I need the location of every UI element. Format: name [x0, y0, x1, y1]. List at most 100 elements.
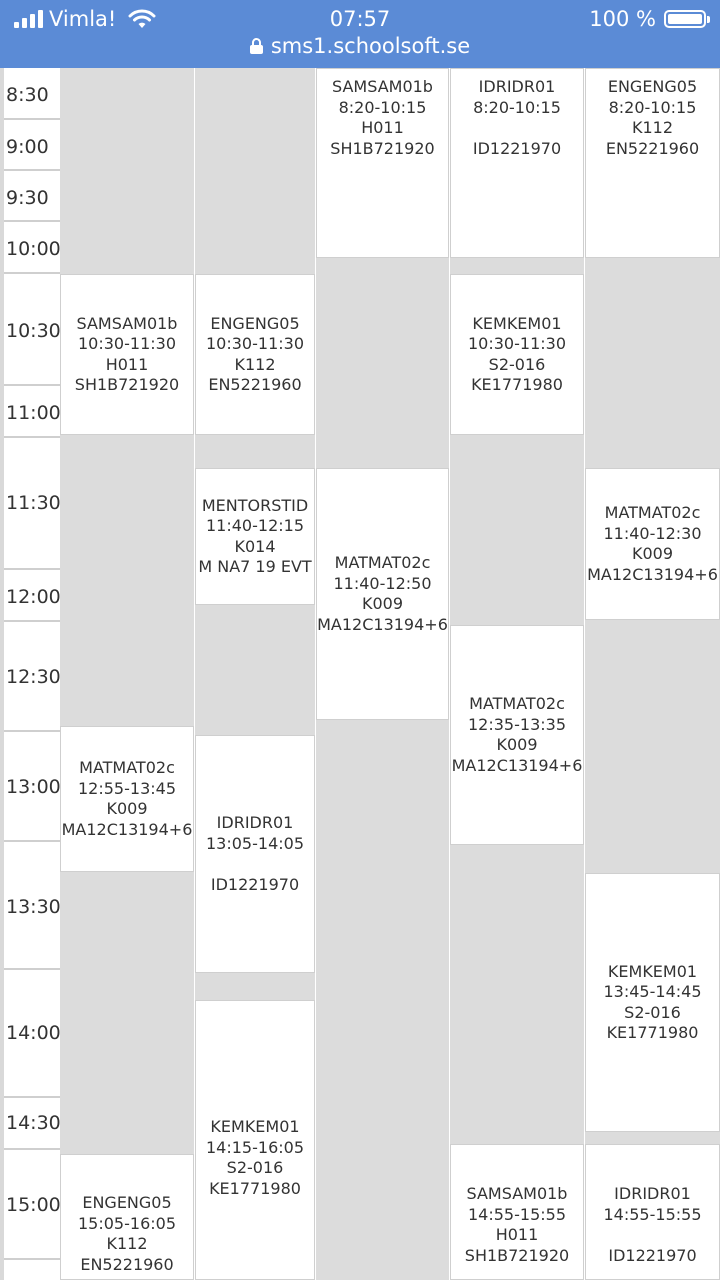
time-label: 11:00 [6, 402, 61, 424]
lesson-block[interactable]: MATMAT02c 12:35-13:35 K009 MA12C13194+6 [450, 625, 584, 845]
time-label: 12:00 [6, 586, 61, 608]
lesson-group: SH1B721920 [464, 1245, 570, 1265]
lesson-time: 10:30-11:30 [206, 334, 304, 353]
lesson-group: KE1771980 [606, 1023, 699, 1042]
time-label: 9:00 [6, 136, 49, 158]
time-row: 10:00 [4, 222, 61, 274]
lesson-room: S2-016 [226, 1158, 284, 1177]
time-label: 14:30 [6, 1112, 61, 1134]
lesson-room: H011 [495, 1225, 539, 1244]
lesson-time: 15:05-16:05 [78, 1213, 176, 1233]
lesson-course: MATMAT02c [469, 694, 565, 713]
lesson-course: MATMAT02c [604, 503, 701, 522]
lesson-group: SH1B721920 [74, 375, 180, 394]
lesson-block[interactable]: ENGENG05 15:05-16:05 K112 EN5221960 [60, 1154, 194, 1280]
lesson-block[interactable]: IDRIDR01 8:20-10:15 ID1221970 [450, 68, 584, 258]
lesson-room: S2-016 [624, 1002, 681, 1022]
lesson-block[interactable]: MENTORSTID 11:40-12:15 K014 M NA7 19 EVT [195, 468, 315, 605]
lesson-course: ENGENG05 [82, 1193, 172, 1212]
lesson-room: K009 [106, 799, 148, 818]
time-row: 10:30 [4, 274, 61, 386]
lesson-time: 11:40-12:30 [603, 523, 702, 543]
lesson-group: M NA7 19 EVT [198, 557, 312, 576]
time-row: 14:00 [4, 970, 61, 1098]
time-row: 9:00 [4, 120, 60, 171]
time-label: 15:00 [6, 1194, 61, 1216]
lesson-time: 12:55-13:45 [78, 778, 176, 798]
lesson-room: K112 [106, 1234, 148, 1253]
time-label: 11:30 [6, 492, 61, 514]
lesson-course: IDRIDR01 [614, 1184, 691, 1203]
lesson-time: 11:40-12:15 [206, 516, 304, 535]
time-row: 12:00 [4, 570, 61, 622]
time-row: 12:30 [4, 622, 61, 732]
lesson-group: MA12C13194+6 [587, 564, 718, 584]
lesson-course: KEMKEM01 [210, 1117, 300, 1136]
lesson-course: MENTORSTID [201, 495, 309, 515]
lesson-course: SAMSAM01b [76, 313, 178, 333]
time-row: 13:00 [4, 732, 61, 842]
time-label: 8:30 [6, 84, 49, 106]
lesson-course: ENGENG05 [210, 313, 300, 333]
day-column-1 [60, 68, 194, 1280]
lesson-room: K009 [496, 735, 538, 754]
lesson-block[interactable]: KEMKEM01 14:15-16:05 S2-016 KE1771980 [195, 1000, 315, 1280]
lesson-course: MATMAT02c [334, 553, 431, 572]
battery-percent: 100 % [589, 7, 656, 31]
lesson-room: H011 [105, 354, 149, 374]
lesson-block[interactable]: SAMSAM01b 10:30-11:30 H011 SH1B721920 [60, 274, 194, 435]
address-bar[interactable]: sms1.schoolsoft.se [0, 34, 720, 58]
lesson-group: ID1221970 [472, 138, 562, 158]
lesson-block[interactable]: ENGENG05 8:20-10:15 K112 EN5221960 [585, 68, 720, 258]
lesson-time: 11:40-12:50 [333, 573, 432, 593]
lesson-group: SH1B721920 [330, 138, 435, 158]
lesson-group: EN5221960 [208, 375, 302, 394]
lesson-room: K009 [631, 544, 674, 563]
lesson-block[interactable]: MATMAT02c 12:55-13:45 K009 MA12C13194+6 [60, 726, 194, 872]
lesson-time: 8:20-10:15 [473, 97, 561, 117]
lesson-time: 13:45-14:45 [603, 982, 702, 1001]
time-row: 15:00 [4, 1150, 61, 1260]
lesson-block[interactable]: ENGENG05 10:30-11:30 K112 EN5221960 [195, 274, 315, 435]
lesson-group: KE1771980 [471, 375, 563, 394]
time-row: 13:30 [4, 842, 61, 970]
lesson-block[interactable]: KEMKEM01 10:30-11:30 S2-016 KE1771980 [450, 274, 584, 435]
lesson-group: MA12C13194+6 [61, 819, 193, 839]
lesson-room: K112 [631, 118, 674, 137]
lesson-block[interactable]: IDRIDR01 14:55-15:55 ID1221970 [585, 1144, 720, 1280]
lesson-block[interactable]: MATMAT02c 11:40-12:50 K009 MA12C13194+6 [316, 468, 449, 720]
lesson-course: IDRIDR01 [478, 77, 556, 96]
lock-icon [249, 38, 263, 54]
lesson-course: IDRIDR01 [216, 813, 294, 832]
time-label: 13:00 [6, 776, 61, 798]
time-label: 9:30 [6, 187, 49, 209]
lesson-room: K112 [234, 354, 276, 374]
lesson-block[interactable]: KEMKEM01 13:45-14:45 S2-016 KE1771980 [585, 873, 720, 1132]
lesson-room: S2-016 [488, 354, 546, 374]
lesson-block[interactable]: IDRIDR01 13:05-14:05 ID1221970 [195, 735, 315, 973]
lesson-room: K009 [361, 594, 404, 613]
url-text[interactable]: sms1.schoolsoft.se [271, 34, 470, 58]
lesson-course: MATMAT02c [79, 758, 175, 777]
time-row: 14:30 [4, 1098, 61, 1150]
lesson-block[interactable]: SAMSAM01b 14:55-15:55 H011 SH1B721920 [450, 1144, 584, 1280]
lesson-group: MA12C13194+6 [451, 755, 583, 775]
time-row: 8:30 [4, 68, 60, 120]
time-label: 10:30 [6, 320, 61, 342]
lesson-course: KEMKEM01 [607, 961, 698, 981]
lesson-time: 14:55-15:55 [468, 1204, 566, 1224]
battery-indicator: 100 % [589, 7, 710, 31]
lesson-course: ENGENG05 [607, 77, 698, 96]
lesson-course: SAMSAM01b [332, 77, 433, 96]
lesson-group: MA12C13194+6 [317, 614, 448, 634]
lesson-time: 10:30-11:30 [468, 334, 566, 353]
lesson-time: 12:35-13:35 [468, 714, 566, 734]
time-row: 11:00 [4, 386, 61, 438]
lesson-room: K014 [234, 536, 276, 556]
lesson-group: ID1221970 [608, 1245, 697, 1265]
time-row: 11:30 [4, 438, 61, 570]
lesson-time: 14:15-16:05 [206, 1137, 304, 1157]
lesson-room: H011 [361, 118, 404, 137]
lesson-block[interactable]: SAMSAM01b 8:20-10:15 H011 SH1B721920 [316, 68, 449, 258]
lesson-block[interactable]: MATMAT02c 11:40-12:30 K009 MA12C13194+6 [585, 468, 720, 620]
